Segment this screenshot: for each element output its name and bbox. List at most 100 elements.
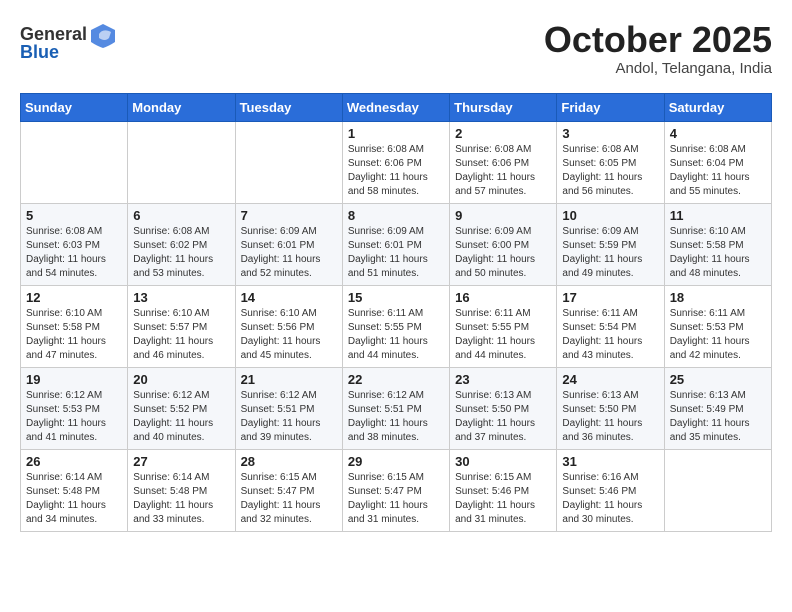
day-header-sunday: Sunday: [21, 93, 128, 121]
day-number: 17: [562, 290, 658, 305]
calendar-header-row: SundayMondayTuesdayWednesdayThursdayFrid…: [21, 93, 772, 121]
calendar-cell: 13 Sunrise: 6:10 AM Sunset: 5:57 PM Dayli…: [128, 285, 235, 367]
day-number: 2: [455, 126, 551, 141]
day-info: Sunrise: 6:11 AM Sunset: 5:55 PM Dayligh…: [348, 307, 444, 363]
day-number: 9: [455, 208, 551, 223]
calendar-cell: 19Sunrise: 6:12 AM Sunset: 5:53 PM Dayli…: [21, 367, 128, 449]
week-row-1: 1 Sunrise: 6:08 AM Sunset: 6:06 PM Daylig…: [21, 121, 772, 203]
day-number: 31: [562, 454, 658, 469]
day-number: 16: [455, 290, 551, 305]
calendar-cell: 9 Sunrise: 6:09 AM Sunset: 6:00 PM Daylig…: [450, 203, 557, 285]
calendar-cell: 29 Sunrise: 6:15 AM Sunset: 5:47 PM Dayli…: [342, 449, 449, 531]
day-number: 24: [562, 372, 658, 387]
day-number: 18: [670, 290, 766, 305]
calendar-cell: [235, 121, 342, 203]
day-info: Sunrise: 6:09 AM Sunset: 6:00 PM Dayligh…: [455, 225, 551, 281]
logo: General Blue: [20, 20, 117, 63]
day-info: Sunrise: 6:08 AM Sunset: 6:06 PM Dayligh…: [455, 143, 551, 199]
day-info: Sunrise: 6:16 AM Sunset: 5:46 PM Dayligh…: [562, 471, 658, 527]
calendar-cell: 22 Sunrise: 6:12 AM Sunset: 5:51 PM Dayli…: [342, 367, 449, 449]
day-header-saturday: Saturday: [664, 93, 771, 121]
day-info: Sunrise: 6:11 AM Sunset: 5:54 PM Dayligh…: [562, 307, 658, 363]
day-header-wednesday: Wednesday: [342, 93, 449, 121]
day-number: 3: [562, 126, 658, 141]
day-number: 14: [241, 290, 337, 305]
calendar-cell: 23 Sunrise: 6:13 AM Sunset: 5:50 PM Dayli…: [450, 367, 557, 449]
day-info: Sunrise: 6:13 AM Sunset: 5:50 PM Dayligh…: [455, 389, 551, 445]
week-row-2: 5 Sunrise: 6:08 AM Sunset: 6:03 PM Daylig…: [21, 203, 772, 285]
logo-icon: [89, 20, 117, 48]
day-info: Sunrise: 6:10 AM Sunset: 5:58 PM Dayligh…: [26, 307, 122, 363]
day-info: Sunrise: 6:12 AM Sunset: 5:53 PM Dayligh…: [26, 389, 122, 445]
calendar-cell: [128, 121, 235, 203]
day-number: 30: [455, 454, 551, 469]
day-info: Sunrise: 6:08 AM Sunset: 6:03 PM Dayligh…: [26, 225, 122, 281]
day-number: 21: [241, 372, 337, 387]
calendar-cell: 3 Sunrise: 6:08 AM Sunset: 6:05 PM Daylig…: [557, 121, 664, 203]
day-number: 1: [348, 126, 444, 141]
week-row-3: 12Sunrise: 6:10 AM Sunset: 5:58 PM Dayli…: [21, 285, 772, 367]
location: Andol, Telangana, India: [544, 60, 772, 77]
week-row-4: 19Sunrise: 6:12 AM Sunset: 5:53 PM Dayli…: [21, 367, 772, 449]
day-number: 15: [348, 290, 444, 305]
day-info: Sunrise: 6:12 AM Sunset: 5:51 PM Dayligh…: [241, 389, 337, 445]
day-header-thursday: Thursday: [450, 93, 557, 121]
calendar-cell: 30 Sunrise: 6:15 AM Sunset: 5:46 PM Dayli…: [450, 449, 557, 531]
day-info: Sunrise: 6:09 AM Sunset: 6:01 PM Dayligh…: [241, 225, 337, 281]
calendar-cell: 17 Sunrise: 6:11 AM Sunset: 5:54 PM Dayli…: [557, 285, 664, 367]
day-info: Sunrise: 6:13 AM Sunset: 5:49 PM Dayligh…: [670, 389, 766, 445]
calendar-cell: 11 Sunrise: 6:10 AM Sunset: 5:58 PM Dayli…: [664, 203, 771, 285]
day-number: 27: [133, 454, 229, 469]
day-info: Sunrise: 6:12 AM Sunset: 5:51 PM Dayligh…: [348, 389, 444, 445]
calendar-cell: 26Sunrise: 6:14 AM Sunset: 5:48 PM Dayli…: [21, 449, 128, 531]
day-number: 4: [670, 126, 766, 141]
calendar-cell: 1 Sunrise: 6:08 AM Sunset: 6:06 PM Daylig…: [342, 121, 449, 203]
calendar-cell: 10Sunrise: 6:09 AM Sunset: 5:59 PM Dayli…: [557, 203, 664, 285]
calendar-cell: 6 Sunrise: 6:08 AM Sunset: 6:02 PM Daylig…: [128, 203, 235, 285]
calendar-cell: 5 Sunrise: 6:08 AM Sunset: 6:03 PM Daylig…: [21, 203, 128, 285]
day-info: Sunrise: 6:13 AM Sunset: 5:50 PM Dayligh…: [562, 389, 658, 445]
calendar-cell: 24 Sunrise: 6:13 AM Sunset: 5:50 PM Dayli…: [557, 367, 664, 449]
day-info: Sunrise: 6:08 AM Sunset: 6:06 PM Dayligh…: [348, 143, 444, 199]
day-info: Sunrise: 6:10 AM Sunset: 5:57 PM Dayligh…: [133, 307, 229, 363]
day-info: Sunrise: 6:15 AM Sunset: 5:46 PM Dayligh…: [455, 471, 551, 527]
day-info: Sunrise: 6:15 AM Sunset: 5:47 PM Dayligh…: [241, 471, 337, 527]
calendar-cell: 8Sunrise: 6:09 AM Sunset: 6:01 PM Daylig…: [342, 203, 449, 285]
calendar-cell: 2 Sunrise: 6:08 AM Sunset: 6:06 PM Daylig…: [450, 121, 557, 203]
day-info: Sunrise: 6:11 AM Sunset: 5:55 PM Dayligh…: [455, 307, 551, 363]
calendar-cell: 16 Sunrise: 6:11 AM Sunset: 5:55 PM Dayli…: [450, 285, 557, 367]
logo-blue: Blue: [20, 42, 59, 63]
day-number: 22: [348, 372, 444, 387]
calendar-cell: 14 Sunrise: 6:10 AM Sunset: 5:56 PM Dayli…: [235, 285, 342, 367]
day-number: 25: [670, 372, 766, 387]
week-row-5: 26Sunrise: 6:14 AM Sunset: 5:48 PM Dayli…: [21, 449, 772, 531]
day-number: 5: [26, 208, 122, 223]
month-title: October 2025: [544, 20, 772, 60]
calendar-cell: 27Sunrise: 6:14 AM Sunset: 5:48 PM Dayli…: [128, 449, 235, 531]
day-number: 7: [241, 208, 337, 223]
day-header-friday: Friday: [557, 93, 664, 121]
day-info: Sunrise: 6:15 AM Sunset: 5:47 PM Dayligh…: [348, 471, 444, 527]
day-number: 26: [26, 454, 122, 469]
calendar-cell: 28Sunrise: 6:15 AM Sunset: 5:47 PM Dayli…: [235, 449, 342, 531]
day-header-tuesday: Tuesday: [235, 93, 342, 121]
calendar-cell: 4Sunrise: 6:08 AM Sunset: 6:04 PM Daylig…: [664, 121, 771, 203]
day-number: 13: [133, 290, 229, 305]
calendar-cell: 20Sunrise: 6:12 AM Sunset: 5:52 PM Dayli…: [128, 367, 235, 449]
day-info: Sunrise: 6:10 AM Sunset: 5:58 PM Dayligh…: [670, 225, 766, 281]
day-number: 6: [133, 208, 229, 223]
calendar-cell: [21, 121, 128, 203]
day-info: Sunrise: 6:08 AM Sunset: 6:02 PM Dayligh…: [133, 225, 229, 281]
day-info: Sunrise: 6:12 AM Sunset: 5:52 PM Dayligh…: [133, 389, 229, 445]
calendar-cell: 31 Sunrise: 6:16 AM Sunset: 5:46 PM Dayli…: [557, 449, 664, 531]
day-info: Sunrise: 6:10 AM Sunset: 5:56 PM Dayligh…: [241, 307, 337, 363]
day-number: 29: [348, 454, 444, 469]
day-number: 23: [455, 372, 551, 387]
day-info: Sunrise: 6:08 AM Sunset: 6:05 PM Dayligh…: [562, 143, 658, 199]
day-number: 10: [562, 208, 658, 223]
day-info: Sunrise: 6:11 AM Sunset: 5:53 PM Dayligh…: [670, 307, 766, 363]
calendar-cell: 18 Sunrise: 6:11 AM Sunset: 5:53 PM Dayli…: [664, 285, 771, 367]
day-info: Sunrise: 6:09 AM Sunset: 6:01 PM Dayligh…: [348, 225, 444, 281]
calendar-cell: 25 Sunrise: 6:13 AM Sunset: 5:49 PM Dayli…: [664, 367, 771, 449]
day-number: 11: [670, 208, 766, 223]
